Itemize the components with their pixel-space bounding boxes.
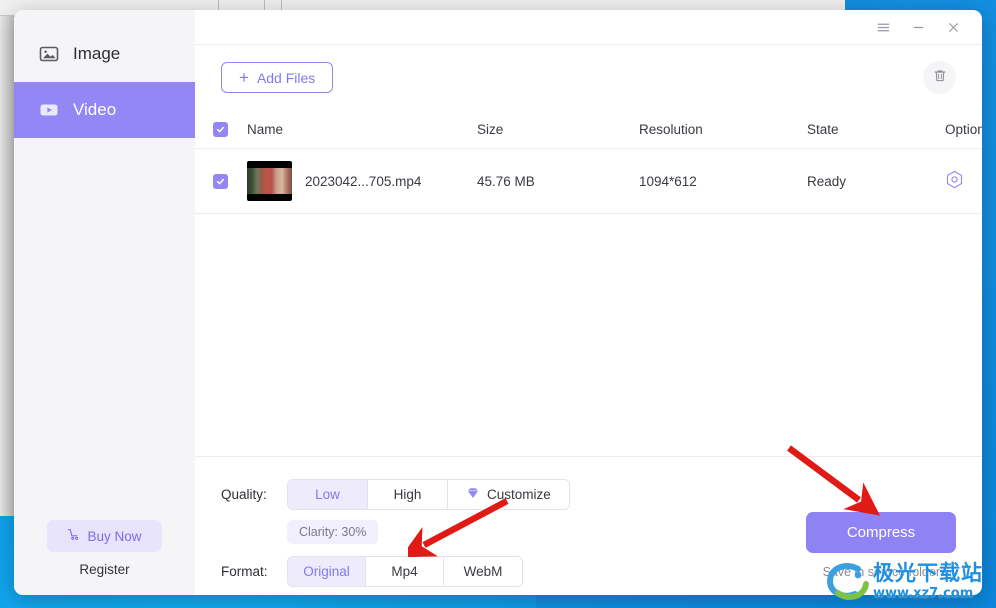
- table-header-row: Name Size Resolution State Option: [195, 110, 982, 148]
- sidebar-item-video[interactable]: Video: [14, 82, 195, 138]
- trash-icon: [932, 68, 948, 87]
- sidebar-item-label: Image: [73, 44, 121, 63]
- select-all-checkbox[interactable]: [213, 121, 228, 137]
- file-table: Name Size Resolution State Option 202304…: [195, 110, 982, 214]
- register-link[interactable]: Register: [79, 562, 129, 577]
- chevron-down-icon: [945, 565, 956, 579]
- format-option-mp4[interactable]: Mp4: [366, 557, 444, 586]
- file-size: 45.76 MB: [477, 173, 535, 189]
- screen: Image Video Buy Now Register + Add Files…: [0, 0, 996, 608]
- quality-row: Quality: Low High Customize: [221, 479, 956, 510]
- sidebar-item-image[interactable]: Image: [14, 26, 195, 82]
- quality-option-customize-label: Customize: [487, 487, 551, 502]
- add-files-button[interactable]: + Add Files: [221, 62, 334, 93]
- video-thumbnail: [247, 161, 292, 201]
- settings-panel: Quality: Low High Customize Clarity: 30%…: [195, 456, 982, 595]
- table-row: 2023042...705.mp4 45.76 MB 1094*612 Read…: [195, 148, 982, 214]
- buy-now-label: Buy Now: [87, 528, 142, 544]
- row-options-cell: [945, 170, 982, 192]
- quality-segmented-control: Low High Customize: [287, 479, 570, 510]
- save-folder-label: Save in source folder: [822, 565, 940, 579]
- file-resolution: 1094*612: [639, 173, 697, 189]
- sidebar: Image Video Buy Now Register: [14, 10, 195, 595]
- sidebar-nav: Image Video: [14, 26, 195, 138]
- minimize-icon[interactable]: [903, 14, 933, 40]
- select-all-cell: [213, 121, 247, 137]
- add-files-label: Add Files: [256, 69, 316, 86]
- delete-all-button[interactable]: [923, 61, 956, 94]
- background-window-edge: [0, 16, 14, 516]
- cart-icon: [67, 528, 80, 544]
- plus-icon: +: [239, 68, 249, 87]
- toolbar: + Add Files: [195, 44, 982, 110]
- file-list-empty-area: [195, 214, 982, 456]
- close-icon[interactable]: [938, 14, 968, 40]
- quality-option-high[interactable]: High: [368, 480, 448, 509]
- quality-option-customize[interactable]: Customize: [448, 480, 569, 509]
- column-header-name[interactable]: Name: [247, 122, 477, 137]
- settings-hex-icon[interactable]: [945, 170, 964, 192]
- sidebar-footer: Buy Now Register: [14, 520, 195, 595]
- row-select-cell: [213, 173, 247, 189]
- quality-label: Quality:: [221, 487, 267, 502]
- column-header-option: Option: [945, 121, 982, 137]
- thumbnail-image: [247, 168, 292, 194]
- row-name-cell: 2023042...705.mp4: [247, 161, 477, 201]
- sidebar-item-label: Video: [73, 100, 117, 119]
- buy-now-button[interactable]: Buy Now: [47, 520, 162, 552]
- main-panel: + Add Files Name Size Resolution State O…: [195, 10, 982, 595]
- column-header-size[interactable]: Size: [477, 122, 639, 137]
- format-label: Format:: [221, 564, 268, 579]
- hamburger-menu-icon[interactable]: [868, 14, 898, 40]
- image-icon: [39, 44, 59, 64]
- format-segmented-control: Original Mp4 WebM: [287, 556, 523, 587]
- title-bar: [195, 10, 982, 44]
- save-folder-dropdown[interactable]: Save in source folder: [823, 565, 956, 579]
- compress-button[interactable]: Compress: [806, 512, 956, 553]
- clarity-tag: Clarity: 30%: [287, 520, 379, 544]
- file-state: Ready: [807, 173, 847, 189]
- format-option-webm[interactable]: WebM: [444, 557, 522, 586]
- row-checkbox[interactable]: [213, 173, 228, 189]
- application-window: Image Video Buy Now Register + Add Files…: [14, 10, 982, 595]
- format-option-original[interactable]: Original: [288, 557, 366, 586]
- quality-option-low[interactable]: Low: [288, 480, 368, 509]
- column-header-resolution[interactable]: Resolution: [639, 122, 807, 137]
- gem-icon: [466, 486, 480, 503]
- video-icon: [39, 100, 59, 120]
- file-name: 2023042...705.mp4: [305, 173, 422, 189]
- column-header-state[interactable]: State: [807, 122, 945, 137]
